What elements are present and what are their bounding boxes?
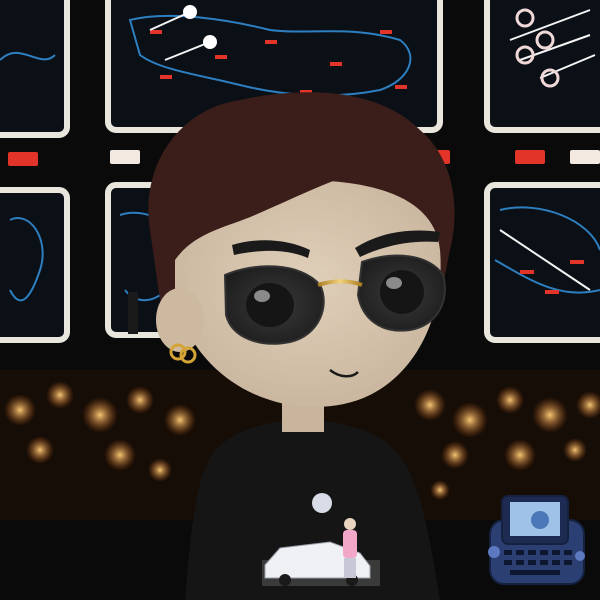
figure bbox=[343, 530, 357, 558]
map-marker bbox=[520, 270, 534, 274]
monitor-screen bbox=[0, 0, 70, 138]
figure-legs bbox=[344, 558, 356, 578]
avatar-scene bbox=[0, 0, 600, 600]
map-marker bbox=[570, 260, 584, 264]
left-eye bbox=[246, 283, 294, 327]
map-marker bbox=[545, 290, 559, 294]
map-marker bbox=[395, 85, 407, 89]
avatar-illustration bbox=[0, 0, 600, 600]
eye-highlight bbox=[254, 290, 270, 302]
map-marker bbox=[150, 30, 162, 34]
figure-head bbox=[344, 518, 356, 530]
glasses-arm bbox=[128, 292, 138, 334]
monitor-screen bbox=[0, 187, 70, 343]
monitor-screen bbox=[484, 0, 600, 133]
map-marker bbox=[330, 62, 342, 66]
moon bbox=[312, 493, 332, 513]
eye-highlight bbox=[386, 277, 402, 289]
car-wheel bbox=[279, 574, 291, 586]
map-marker bbox=[380, 30, 392, 34]
right-eye bbox=[380, 270, 424, 314]
map-marker bbox=[265, 40, 277, 44]
map-marker bbox=[215, 55, 227, 59]
map-marker bbox=[160, 75, 172, 79]
